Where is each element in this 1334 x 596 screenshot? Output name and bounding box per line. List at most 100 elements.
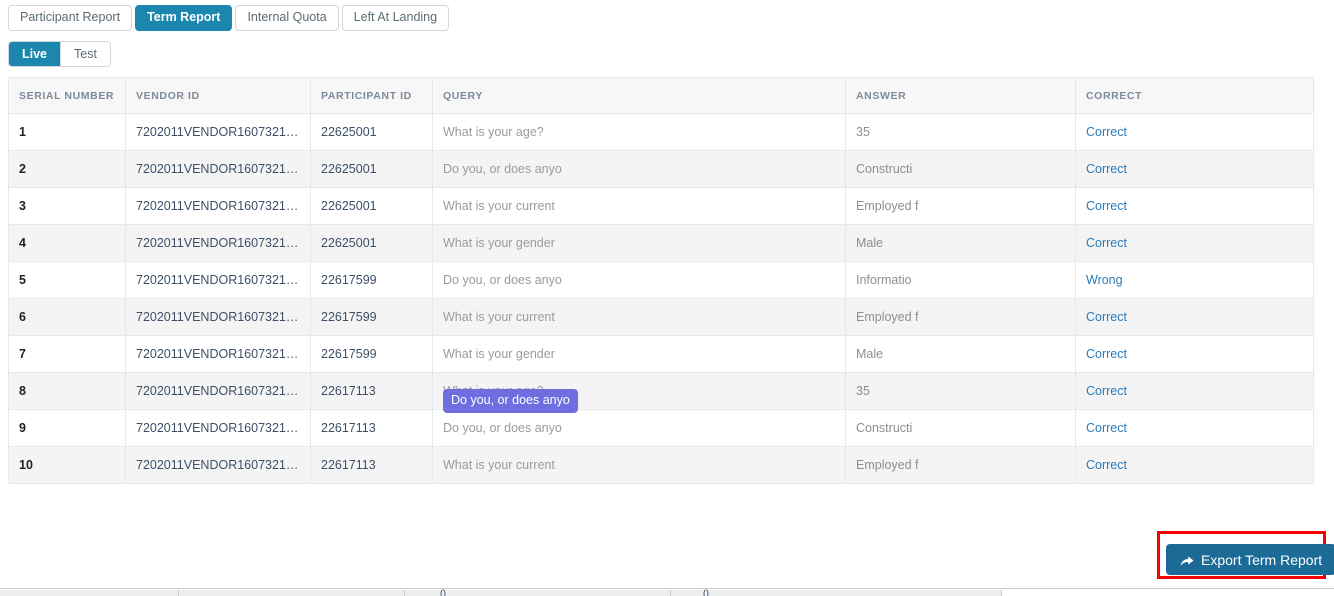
- column-header-answer: ANSWER: [845, 77, 1076, 114]
- cell-vendor-id: 7202011VENDOR1607321927050: [125, 113, 311, 151]
- cell-serial-number: 2: [8, 150, 126, 188]
- cell-query[interactable]: What is your age?: [432, 113, 846, 151]
- correct-link[interactable]: Correct: [1086, 199, 1127, 213]
- mode-button-test[interactable]: Test: [60, 42, 110, 66]
- cell-serial-number: 3: [8, 187, 126, 225]
- column-header-participant-id: PARTICIPANT ID: [310, 77, 433, 114]
- cell-answer[interactable]: Employed f: [845, 446, 1076, 484]
- table-row: 3 7202011VENDOR1607321927050 22625001 Wh…: [8, 187, 1314, 225]
- cell-participant-id: 22617113: [310, 372, 433, 410]
- export-term-report-button[interactable]: Export Term Report: [1166, 544, 1334, 575]
- cell-query[interactable]: What is your current: [432, 187, 846, 225]
- tab-label: Term Report: [147, 10, 221, 25]
- bottom-strip-segment: [179, 590, 405, 596]
- cell-correct: Correct: [1075, 409, 1314, 447]
- cell-participant-id: 22617599: [310, 335, 433, 373]
- term-report-page: Participant Report Term Report Internal …: [0, 0, 1334, 596]
- tab-left-at-landing[interactable]: Left At Landing: [341, 5, 450, 31]
- cell-answer[interactable]: Constructi: [845, 409, 1076, 447]
- correct-link[interactable]: Correct: [1086, 162, 1127, 176]
- cell-answer[interactable]: Employed f: [845, 187, 1076, 225]
- cell-serial-number: 5: [8, 261, 126, 299]
- bottom-strip-glyph: (): [440, 588, 446, 596]
- correct-link[interactable]: Correct: [1086, 421, 1127, 435]
- cell-correct: Correct: [1075, 187, 1314, 225]
- cell-participant-id: 22625001: [310, 150, 433, 188]
- cell-query[interactable]: What is your current: [432, 446, 846, 484]
- correct-link[interactable]: Wrong: [1086, 273, 1123, 287]
- mode-button-live[interactable]: Live: [9, 42, 61, 66]
- cell-vendor-id: 7202011VENDOR1607321927050: [125, 298, 311, 336]
- cell-correct: Correct: [1075, 446, 1314, 484]
- cell-participant-id: 22625001: [310, 224, 433, 262]
- cell-vendor-id: 7202011VENDOR1607321927050: [125, 187, 311, 225]
- cell-answer[interactable]: Informatio: [845, 261, 1076, 299]
- cell-vendor-id: 7202011VENDOR1607321927050: [125, 372, 311, 410]
- bottom-strip-segment: [671, 590, 1002, 596]
- cell-correct: Correct: [1075, 113, 1314, 151]
- cell-answer[interactable]: Male: [845, 335, 1076, 373]
- cell-answer[interactable]: Constructi: [845, 150, 1076, 188]
- cell-answer[interactable]: Employed f: [845, 298, 1076, 336]
- cell-participant-id: 22625001: [310, 187, 433, 225]
- cell-query[interactable]: What is your age?: [432, 372, 846, 410]
- cell-participant-id: 22625001: [310, 113, 433, 151]
- tab-participant-report[interactable]: Participant Report: [8, 5, 133, 31]
- cell-vendor-id: 7202011VENDOR1607321927050: [125, 409, 311, 447]
- cell-vendor-id: 7202011VENDOR1607321927050: [125, 150, 311, 188]
- cell-correct: Correct: [1075, 372, 1314, 410]
- table-header: SERIAL NUMBER VENDOR ID PARTICIPANT ID Q…: [8, 77, 1314, 114]
- cell-answer[interactable]: Male: [845, 224, 1076, 262]
- cell-participant-id: 22617599: [310, 261, 433, 299]
- export-button-label: Export Term Report: [1201, 551, 1323, 568]
- cell-query[interactable]: Do you, or does anyo: [432, 409, 846, 447]
- mode-button-label: Test: [74, 46, 97, 61]
- cell-serial-number: 4: [8, 224, 126, 262]
- term-report-table-container: SERIAL NUMBER VENDOR ID PARTICIPANT ID Q…: [8, 77, 1314, 484]
- tab-label: Left At Landing: [353, 10, 438, 25]
- correct-link[interactable]: Correct: [1086, 458, 1127, 472]
- correct-link[interactable]: Correct: [1086, 236, 1127, 250]
- table-row: 9 7202011VENDOR1607321927050 22617113 Do…: [8, 409, 1314, 447]
- cell-serial-number: 8: [8, 372, 126, 410]
- tab-term-report[interactable]: Term Report: [135, 5, 233, 31]
- column-header-serial-number: SERIAL NUMBER: [8, 77, 126, 114]
- cell-query[interactable]: Do you, or does anyo: [432, 150, 846, 188]
- term-report-table: SERIAL NUMBER VENDOR ID PARTICIPANT ID Q…: [8, 77, 1314, 484]
- table-row: 10 7202011VENDOR1607321927050 22617113 W…: [8, 446, 1314, 484]
- cell-correct: Correct: [1075, 150, 1314, 188]
- cell-serial-number: 9: [8, 409, 126, 447]
- tab-internal-quota[interactable]: Internal Quota: [235, 5, 339, 31]
- cell-query[interactable]: Do you, or does anyo: [432, 261, 846, 299]
- cell-serial-number: 10: [8, 446, 126, 484]
- bottom-strip-glyph: (): [703, 588, 709, 596]
- correct-link[interactable]: Correct: [1086, 384, 1127, 398]
- mode-button-label: Live: [22, 46, 48, 61]
- cell-correct: Correct: [1075, 335, 1314, 373]
- table-row: 8 7202011VENDOR1607321927050 22617113 Wh…: [8, 372, 1314, 410]
- table-row: 4 7202011VENDOR1607321927050 22625001 Wh…: [8, 224, 1314, 262]
- cell-vendor-id: 7202011VENDOR1607321927050: [125, 261, 311, 299]
- cell-answer[interactable]: 35: [845, 113, 1076, 151]
- cell-serial-number: 6: [8, 298, 126, 336]
- cell-vendor-id: 7202011VENDOR1607321927050: [125, 446, 311, 484]
- cell-query[interactable]: What is your gender: [432, 335, 846, 373]
- table-row: 5 7202011VENDOR1607321927050 22617599 Do…: [8, 261, 1314, 299]
- bottom-strip-segment: [0, 590, 179, 596]
- cell-query[interactable]: What is your gender: [432, 224, 846, 262]
- table-header-row: SERIAL NUMBER VENDOR ID PARTICIPANT ID Q…: [8, 77, 1314, 114]
- correct-link[interactable]: Correct: [1086, 347, 1127, 361]
- cell-participant-id: 22617599: [310, 298, 433, 336]
- correct-link[interactable]: Correct: [1086, 310, 1127, 324]
- column-header-query: QUERY: [432, 77, 846, 114]
- table-row: 2 7202011VENDOR1607321927050 22625001 Do…: [8, 150, 1314, 188]
- mode-toggle-group: Live Test: [8, 41, 111, 67]
- table-row: 1 7202011VENDOR1607321927050 22625001 Wh…: [8, 113, 1314, 151]
- tab-label: Participant Report: [20, 10, 121, 25]
- cell-serial-number: 7: [8, 335, 126, 373]
- cell-correct: Wrong: [1075, 261, 1314, 299]
- correct-link[interactable]: Correct: [1086, 125, 1127, 139]
- cell-correct: Correct: [1075, 298, 1314, 336]
- cell-query[interactable]: What is your current: [432, 298, 846, 336]
- cell-answer[interactable]: 35: [845, 372, 1076, 410]
